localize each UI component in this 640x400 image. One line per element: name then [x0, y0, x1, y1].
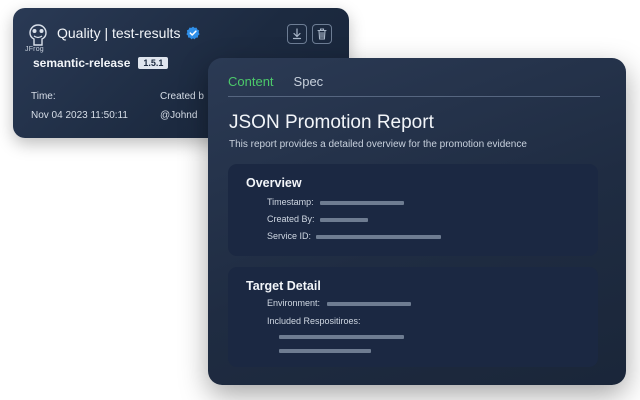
repository-placeholder — [279, 335, 404, 339]
time-label: Time: — [31, 91, 56, 102]
environment-value-placeholder — [327, 302, 411, 306]
target-detail-section: Target Detail Environment: Included Resp… — [228, 267, 598, 367]
included-repositories-label: Included Respositiroes: — [267, 316, 361, 326]
report-title: JSON Promotion Report — [229, 112, 434, 133]
overview-section: Overview Timestamp: Created By: Service … — [228, 164, 598, 256]
download-button[interactable] — [287, 24, 307, 44]
verified-icon — [186, 26, 201, 40]
service-id-value-placeholder — [316, 235, 441, 239]
timestamp-value-placeholder — [320, 201, 404, 205]
report-tabs: Content Spec — [228, 74, 323, 93]
package-name: semantic-release — [33, 56, 131, 70]
created-by-label: Created b — [160, 91, 204, 102]
tab-divider — [228, 96, 600, 97]
evidence-title: Quality | test-results — [57, 25, 181, 41]
download-icon — [292, 28, 302, 40]
tab-spec[interactable]: Spec — [294, 74, 324, 93]
repository-placeholder — [279, 349, 371, 353]
target-detail-title: Target Detail — [246, 279, 321, 293]
overview-title: Overview — [246, 176, 302, 190]
report-description: This report provides a detailed overview… — [229, 139, 527, 150]
logo-text: JFrog — [25, 46, 44, 53]
timestamp-label: Timestamp: — [267, 197, 314, 207]
trash-icon — [317, 28, 327, 40]
package-row: semantic-release 1.5.1 — [33, 56, 169, 70]
delete-button[interactable] — [312, 24, 332, 44]
jfrog-logo-icon — [29, 24, 47, 46]
time-value: Nov 04 2023 11:50:11 — [31, 110, 128, 121]
service-id-label: Service ID: — [267, 231, 312, 241]
evidence-title-row: Quality | test-results — [57, 25, 201, 41]
promotion-report-card: Content Spec JSON Promotion Report This … — [208, 58, 626, 385]
tab-content[interactable]: Content — [228, 74, 274, 93]
created-by-value: @Johnd — [160, 110, 198, 121]
created-by-value-placeholder — [320, 218, 368, 222]
created-by-field-label: Created By: — [267, 214, 315, 224]
version-badge: 1.5.1 — [138, 57, 169, 69]
environment-label: Environment: — [267, 298, 321, 308]
